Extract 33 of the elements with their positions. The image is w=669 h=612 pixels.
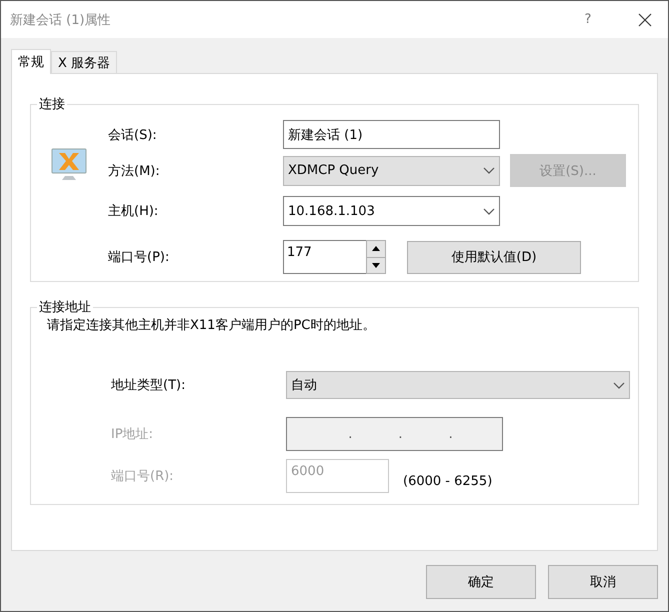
port-range-text: (6000 - 6255) [403, 474, 492, 488]
dropdown-chevron-icon[interactable] [613, 382, 625, 388]
action-button[interactable]: 使用默认值(D) [407, 240, 581, 274]
description-text: 请指定连接其他主机并非X11客户端用户的PC时的地址。 [47, 317, 376, 334]
field-label: IP地址: [111, 426, 154, 443]
spin-down-icon[interactable] [367, 258, 385, 273]
group-title: 连接地址 [38, 299, 92, 316]
window-title: 新建会话 (1)属性 [10, 12, 112, 28]
monitor-x-icon [51, 148, 87, 182]
field-label: 端口号(P): [108, 250, 170, 265]
dialog-button[interactable]: 确定 [426, 565, 536, 599]
dialog-button[interactable]: 取消 [548, 565, 658, 599]
combo-field[interactable]: 10.168.1.103 [283, 196, 500, 226]
field-label: 地址类型(T): [111, 377, 186, 394]
help-button[interactable]: ? [568, 12, 608, 27]
dropdown-chevron-icon[interactable] [483, 167, 495, 174]
dropdown-field[interactable]: XDMCP Query [283, 156, 500, 186]
tab[interactable]: X 服务器 [51, 51, 118, 73]
ip-separator: . [348, 426, 352, 442]
ip-separator: . [398, 426, 403, 442]
text-field[interactable]: 新建会话 (1) [283, 120, 500, 149]
dropdown-field[interactable]: 自动 [286, 371, 630, 399]
ip-separator: . [448, 426, 453, 442]
group-title: 连接 [38, 96, 66, 113]
dropdown-chevron-icon[interactable] [483, 208, 495, 214]
field-label: 会话(S): [108, 128, 157, 142]
spin-up-icon[interactable] [367, 241, 385, 258]
field-label: 方法(M): [108, 164, 160, 178]
tab[interactable]: 常规 [11, 49, 51, 74]
close-icon[interactable] [638, 12, 652, 26]
field-label: 端口号(R): [111, 468, 175, 485]
field-label: 主机(H): [108, 204, 158, 219]
port-field[interactable]: 177 [283, 240, 366, 274]
